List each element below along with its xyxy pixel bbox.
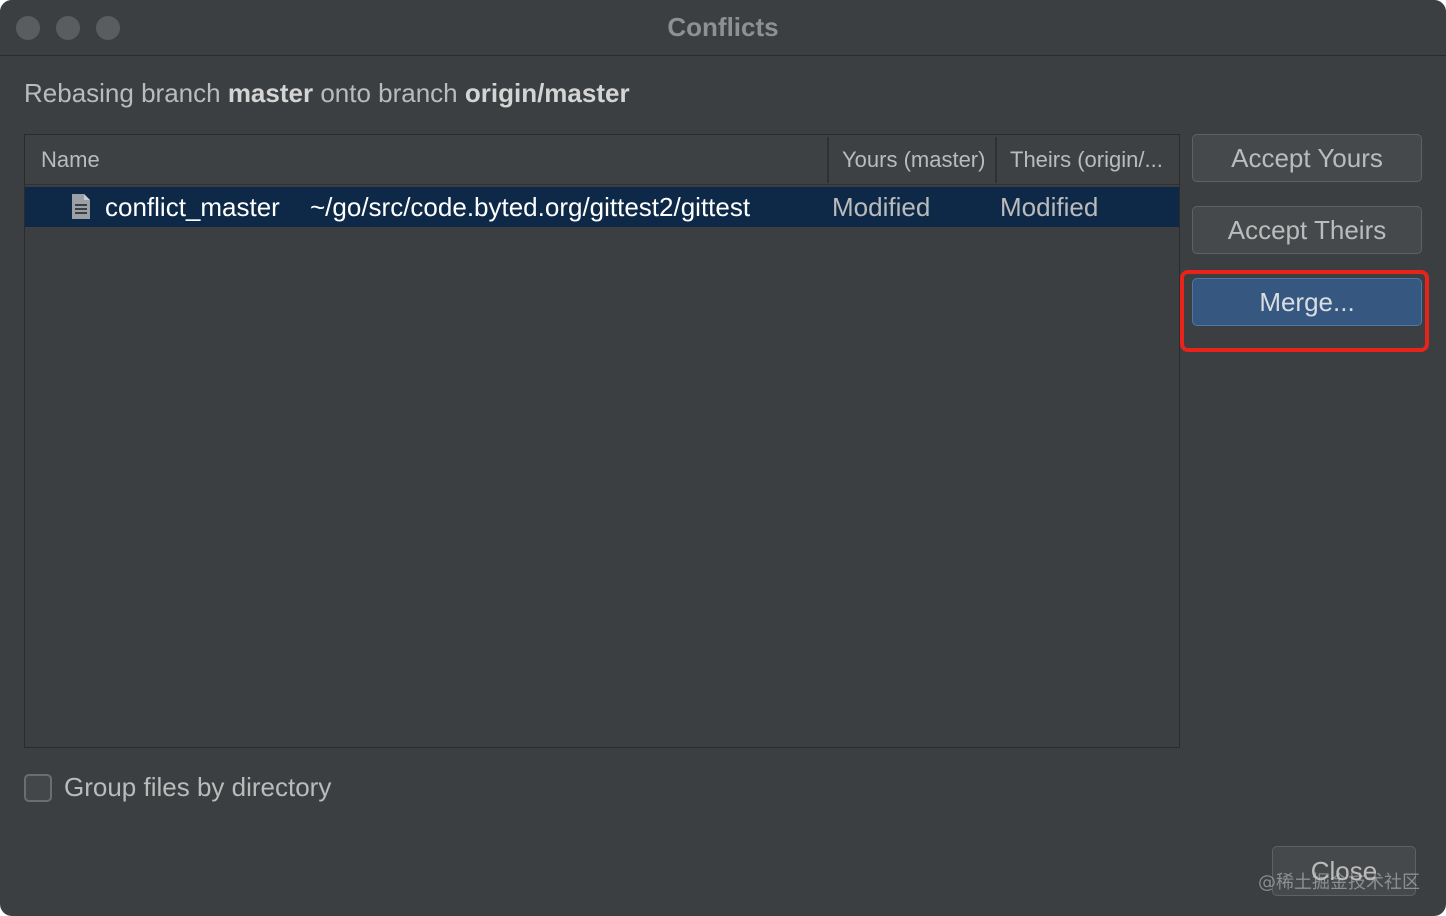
column-divider[interactable] [827, 137, 829, 183]
title-bar: Conflicts [0, 0, 1446, 56]
group-by-directory-checkbox[interactable] [24, 774, 52, 802]
rebase-description: Rebasing branch master onto branch origi… [24, 78, 630, 109]
conflicts-dialog: Conflicts Rebasing branch master onto br… [0, 0, 1446, 916]
column-divider[interactable] [995, 137, 997, 183]
group-by-directory-label[interactable]: Group files by directory [64, 772, 331, 803]
rebase-middle: onto branch [313, 78, 465, 108]
rebase-prefix: Rebasing branch [24, 78, 228, 108]
table-header: Name Yours (master) Theirs (origin/... [25, 135, 1179, 185]
theirs-status: Modified [1000, 192, 1099, 222]
accept-theirs-button[interactable]: Accept Theirs [1192, 206, 1422, 254]
file-icon [72, 194, 90, 219]
table-row[interactable]: conflict_master ~/go/src/code.byted.org/… [25, 187, 1179, 227]
accept-yours-button[interactable]: Accept Yours [1192, 134, 1422, 182]
target-branch: origin/master [464, 78, 630, 108]
watermark: @稀土掘金技术社区 [1258, 872, 1420, 893]
merge-highlight-box [1180, 270, 1429, 352]
file-name: conflict_master [105, 192, 280, 222]
yours-status: Modified [832, 192, 931, 222]
conflicts-table: Name Yours (master) Theirs (origin/... c… [24, 134, 1180, 748]
column-header-yours[interactable]: Yours (master) [842, 135, 994, 185]
column-header-theirs[interactable]: Theirs (origin/... [1010, 135, 1176, 185]
column-header-name[interactable]: Name [41, 135, 821, 185]
file-path: ~/go/src/code.byted.org/gittest2/gittest [310, 192, 751, 222]
window-title: Conflicts [667, 12, 779, 42]
source-branch: master [227, 78, 314, 108]
